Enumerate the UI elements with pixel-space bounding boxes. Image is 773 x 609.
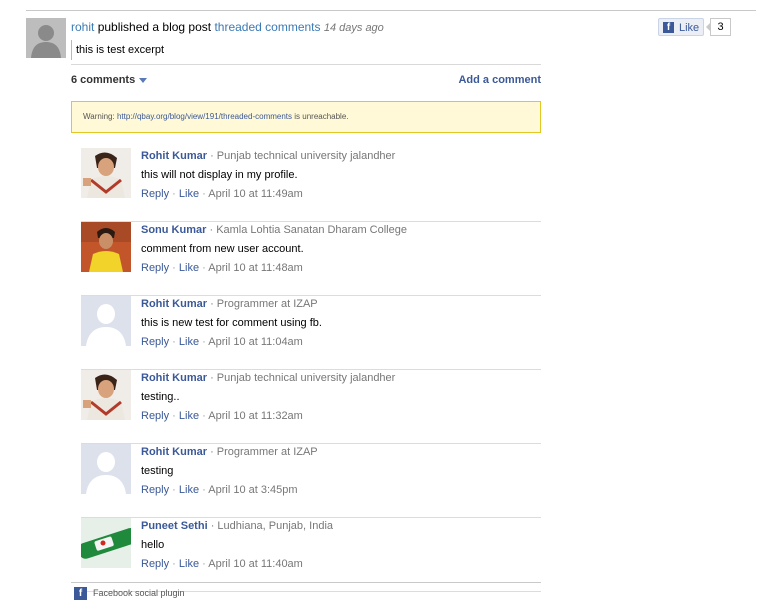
reply-link[interactable]: Reply bbox=[141, 336, 169, 348]
plugin-divider bbox=[71, 582, 541, 583]
comments-count: 6 comments bbox=[71, 74, 136, 86]
comment-item: Sonu Kumar · Kamla Lohtia Sanatan Dharam… bbox=[81, 222, 541, 296]
default-user-icon bbox=[81, 296, 131, 346]
comment-item: Rohit Kumar · Punjab technical universit… bbox=[81, 148, 541, 222]
comment-item: Rohit Kumar · Programmer at IZAP testing… bbox=[81, 444, 541, 518]
comment-author-line: Rohit Kumar · Punjab technical universit… bbox=[141, 371, 395, 385]
comment-time[interactable]: April 10 at 11:49am bbox=[208, 188, 303, 200]
comment-author-affiliation: · Punjab technical university jalandher bbox=[210, 150, 396, 162]
like-button[interactable]: f Like bbox=[658, 18, 704, 36]
like-link[interactable]: Like bbox=[179, 188, 199, 200]
comment-author-affiliation: · Ludhiana, Punjab, India bbox=[210, 520, 334, 532]
comment-author-link[interactable]: Sonu Kumar bbox=[141, 224, 206, 236]
like-link[interactable]: Like bbox=[179, 410, 199, 422]
warning-prefix: Warning: bbox=[83, 112, 115, 121]
comment-author-affiliation: · Kamla Lohtia Sanatan Dharam College bbox=[209, 224, 407, 236]
like-link[interactable]: Like bbox=[179, 336, 199, 348]
add-comment-link[interactable]: Add a comment bbox=[458, 74, 541, 86]
photo-avatar-icon bbox=[81, 518, 131, 568]
facebook-social-plugin-link[interactable]: f Facebook social plugin bbox=[74, 587, 185, 601]
comment-actions: Reply · Like · April 10 at 11:40am bbox=[141, 558, 303, 570]
default-user-icon bbox=[81, 444, 131, 494]
comment-time[interactable]: April 10 at 11:48am bbox=[208, 262, 303, 274]
like-link[interactable]: Like bbox=[179, 484, 199, 496]
warning-url-link[interactable]: http://qbay.org/blog/view/191/threaded-c… bbox=[117, 112, 292, 121]
plugin-label: Facebook social plugin bbox=[93, 588, 185, 598]
post-time: 14 days ago bbox=[323, 22, 384, 34]
comment-author-affiliation: · Programmer at IZAP bbox=[210, 446, 318, 458]
default-user-icon bbox=[26, 18, 66, 58]
post-header: rohit published a blog post threaded com… bbox=[71, 19, 384, 36]
facebook-icon: f bbox=[663, 22, 674, 33]
comment-actions: Reply · Like · April 10 at 11:48am bbox=[141, 262, 303, 274]
reply-link[interactable]: Reply bbox=[141, 262, 169, 274]
comment-actions: Reply · Like · April 10 at 11:04am bbox=[141, 336, 303, 348]
comment-time[interactable]: April 10 at 11:32am bbox=[208, 410, 303, 422]
comment-time[interactable]: April 10 at 11:40am bbox=[208, 558, 303, 570]
comment-author-link[interactable]: Rohit Kumar bbox=[141, 298, 207, 310]
facebook-icon: f bbox=[74, 587, 87, 601]
post-action-text: published a blog post bbox=[97, 20, 212, 34]
comment-text: this will not display in my profile. bbox=[141, 169, 298, 181]
reply-link[interactable]: Reply bbox=[141, 410, 169, 422]
comment-item: Rohit Kumar · Programmer at IZAP this is… bbox=[81, 296, 541, 370]
top-divider bbox=[26, 10, 756, 11]
comment-time[interactable]: April 10 at 11:04am bbox=[208, 336, 303, 348]
comment-author-link[interactable]: Rohit Kumar bbox=[141, 446, 207, 458]
comment-text: hello bbox=[141, 539, 165, 551]
comments-count-dropdown[interactable]: 6 comments bbox=[71, 74, 148, 86]
like-count: 3 bbox=[706, 18, 731, 36]
commenter-avatar[interactable] bbox=[81, 222, 131, 272]
comment-item: Rohit Kumar · Punjab technical universit… bbox=[81, 370, 541, 444]
comments-header: 6 comments Add a comment bbox=[71, 64, 541, 99]
like-link[interactable]: Like bbox=[179, 558, 199, 570]
comment-time[interactable]: April 10 at 3:45pm bbox=[208, 484, 297, 496]
comment-text: this is new test for comment using fb. bbox=[141, 317, 322, 329]
commenter-avatar[interactable] bbox=[81, 444, 131, 494]
comment-text: comment from new user account. bbox=[141, 243, 304, 255]
post-user-link[interactable]: rohit bbox=[71, 20, 94, 34]
comment-actions: Reply · Like · April 10 at 11:32am bbox=[141, 410, 303, 422]
reply-link[interactable]: Reply bbox=[141, 484, 169, 496]
comment-author-line: Puneet Sethi · Ludhiana, Punjab, India bbox=[141, 519, 333, 533]
comment-author-affiliation: · Punjab technical university jalandher bbox=[210, 372, 396, 384]
chevron-down-icon bbox=[139, 77, 148, 83]
commenter-avatar[interactable] bbox=[81, 518, 131, 568]
comment-author-line: Rohit Kumar · Punjab technical universit… bbox=[141, 149, 395, 163]
photo-avatar-icon bbox=[81, 370, 131, 420]
reply-link[interactable]: Reply bbox=[141, 188, 169, 200]
commenter-avatar[interactable] bbox=[81, 148, 131, 198]
comment-text: testing bbox=[141, 465, 174, 477]
comment-author-link[interactable]: Puneet Sethi bbox=[141, 520, 208, 532]
warning-suffix: is unreachable. bbox=[294, 112, 349, 121]
photo-avatar-icon bbox=[81, 222, 131, 272]
commenter-avatar[interactable] bbox=[81, 296, 131, 346]
like-link[interactable]: Like bbox=[179, 262, 199, 274]
post-author-avatar[interactable] bbox=[26, 18, 66, 58]
comment-actions: Reply · Like · April 10 at 11:49am bbox=[141, 188, 303, 200]
post-excerpt: this is test excerpt bbox=[71, 40, 164, 60]
photo-avatar-icon bbox=[81, 148, 131, 198]
comment-author-line: Rohit Kumar · Programmer at IZAP bbox=[141, 445, 318, 459]
warning-box: Warning: http://qbay.org/blog/view/191/t… bbox=[71, 101, 541, 133]
comment-author-line: Sonu Kumar · Kamla Lohtia Sanatan Dharam… bbox=[141, 223, 407, 237]
comment-item: Puneet Sethi · Ludhiana, Punjab, India h… bbox=[81, 518, 541, 592]
comment-author-line: Rohit Kumar · Programmer at IZAP bbox=[141, 297, 318, 311]
comment-actions: Reply · Like · April 10 at 3:45pm bbox=[141, 484, 298, 496]
comment-author-link[interactable]: Rohit Kumar bbox=[141, 150, 207, 162]
comment-text: testing.. bbox=[141, 391, 180, 403]
reply-link[interactable]: Reply bbox=[141, 558, 169, 570]
like-button-label: Like bbox=[679, 22, 700, 34]
comment-author-link[interactable]: Rohit Kumar bbox=[141, 372, 207, 384]
comment-author-affiliation: · Programmer at IZAP bbox=[210, 298, 318, 310]
commenter-avatar[interactable] bbox=[81, 370, 131, 420]
post-title-link[interactable]: threaded comments bbox=[214, 20, 320, 34]
